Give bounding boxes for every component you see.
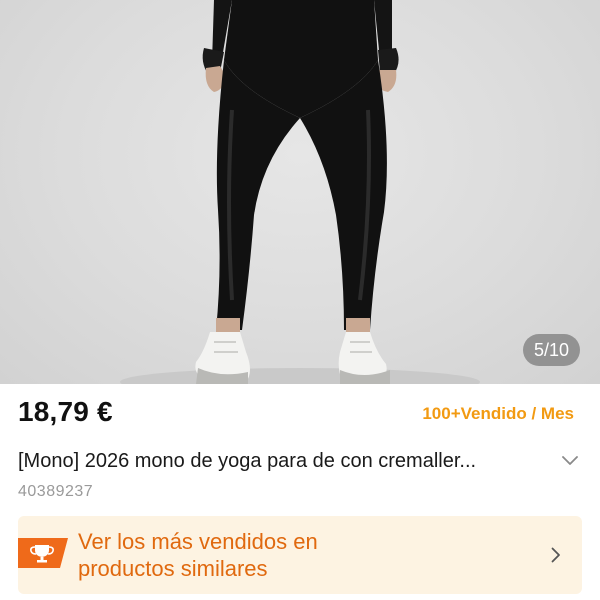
chevron-down-icon[interactable] [560,451,580,471]
bestsellers-banner[interactable]: Ver los más vendidos en productos simila… [18,516,582,594]
trophy-icon [18,538,68,568]
chevron-right-icon [546,544,566,566]
product-title-row[interactable]: [Mono] 2026 mono de yoga para de con cre… [18,446,580,476]
product-image[interactable]: 5/10 [0,0,600,384]
bestsellers-banner-text: Ver los más vendidos en productos simila… [78,529,318,581]
product-price: 18,79 € [18,396,113,427]
sales-badge: 100+Vendido / Mes [422,404,574,423]
product-title: [Mono] 2026 mono de yoga para de con cre… [18,449,477,472]
product-photo-illustration [120,0,480,384]
product-id: 40389237 [18,483,94,500]
image-counter: 5/10 [522,334,580,366]
